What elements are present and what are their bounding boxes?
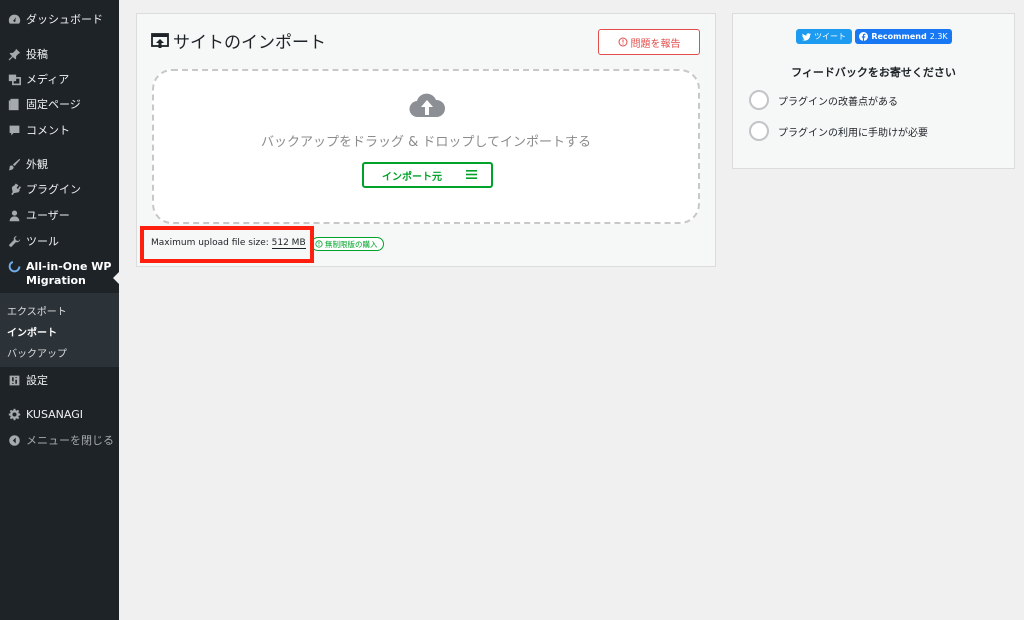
backup-dropzone[interactable]: バックアップをドラッグ & ドロップしてインポートする インポート元 [152, 69, 700, 224]
upgrade-badge-label: 無制限版の購入 [325, 239, 378, 249]
sidebar-item-all-in-one-wp-migration[interactable]: All-in-One WP Migration [0, 255, 119, 293]
dashboard-icon [4, 13, 24, 26]
sidebar-collapse-menu[interactable]: メニューを閉じる [0, 428, 119, 452]
facebook-recommend-button[interactable]: Recommend 2.3K [855, 29, 952, 44]
page-title-text: サイトのインポート [173, 33, 326, 53]
brush-icon [4, 158, 24, 171]
sidebar-item-label: 固定ページ [26, 98, 81, 111]
collapse-icon [4, 434, 24, 447]
admin-sidebar: ダッシュボード 投稿 メディア 固定ページ コメント 外観 プラグイン ユーザー… [0, 0, 120, 620]
facebook-recommend-label: Recommend [871, 32, 927, 41]
sidebar-item-comments[interactable]: コメント [0, 118, 119, 142]
sidebar-item-label: All-in-One WP Migration [26, 260, 111, 288]
hamburger-menu-icon [466, 169, 477, 183]
info-circle-icon [315, 240, 323, 248]
plugin-icon [4, 182, 24, 196]
sidebar-item-label: 設定 [26, 374, 48, 387]
page-icon [4, 98, 24, 111]
feedback-panel: ツイート Recommend 2.3K フィードバックをお寄せください プラグイン… [732, 13, 1015, 169]
page-title: サイトのインポート [151, 28, 326, 53]
active-label-line2: Migration [26, 274, 86, 287]
annotation-highlight-box [140, 226, 314, 263]
import-from-label: インポート元 [382, 171, 442, 183]
sidebar-item-plugins[interactable]: プラグイン [0, 177, 119, 201]
sidebar-item-posts[interactable]: 投稿 [0, 42, 119, 66]
twitter-bird-icon [802, 32, 811, 41]
radio-button[interactable] [749, 121, 769, 141]
sidebar-item-appearance[interactable]: 外観 [0, 152, 119, 176]
facebook-icon [859, 32, 869, 41]
tweet-label: ツイート [814, 32, 846, 41]
report-problem-button[interactable]: 問題を報告 [598, 29, 700, 55]
sidebar-item-media[interactable]: メディア [0, 67, 119, 91]
wrench-icon [4, 235, 24, 248]
active-label-line1: All-in-One WP [26, 260, 112, 273]
sidebar-item-label: ダッシュボード [26, 13, 103, 26]
import-upload-icon [151, 32, 169, 49]
feedback-option-label: プラグインの利用に手助けが必要 [778, 127, 928, 139]
facebook-recommend-count: 2.3K [929, 32, 948, 41]
sidebar-item-kusanagi[interactable]: KUSANAGI [0, 402, 119, 426]
sidebar-item-dashboard[interactable]: ダッシュボード [0, 7, 119, 31]
report-problem-label: 問題を報告 [630, 38, 681, 50]
sidebar-item-tools[interactable]: ツール [0, 229, 119, 253]
sidebar-item-pages[interactable]: 固定ページ [0, 92, 119, 116]
sidebar-item-label: KUSANAGI [26, 407, 84, 421]
submenu-item-export[interactable]: エクスポート [7, 303, 67, 318]
sidebar-item-users[interactable]: ユーザー [0, 203, 119, 227]
upgrade-unlimited-badge[interactable]: 無制限版の購入 [311, 237, 384, 251]
comment-icon [4, 124, 24, 137]
gear-icon [4, 408, 24, 421]
sidebar-item-label: ツール [26, 235, 59, 248]
dropzone-text: バックアップをドラッグ & ドロップしてインポートする [260, 135, 591, 150]
sidebar-item-settings[interactable]: 設定 [0, 368, 119, 392]
radio-button[interactable] [749, 90, 769, 110]
sidebar-item-label: コメント [26, 124, 70, 137]
sidebar-submenu: エクスポート インポート バックアップ [0, 293, 119, 367]
migration-icon [4, 260, 24, 273]
user-icon [4, 209, 24, 222]
submenu-item-backup[interactable]: バックアップ [7, 345, 67, 360]
info-circle-icon [618, 37, 628, 47]
settings-icon [4, 374, 24, 387]
sidebar-item-label: ユーザー [26, 209, 70, 222]
cloud-upload-icon [408, 91, 446, 125]
active-menu-arrow [113, 271, 120, 285]
submenu-item-import[interactable]: インポート [7, 324, 57, 339]
media-icon [4, 73, 24, 86]
feedback-title: フィードバックをお寄せください [791, 66, 956, 79]
sidebar-item-label: 外観 [26, 158, 48, 171]
sidebar-item-label: メディア [26, 73, 70, 86]
import-from-button[interactable]: インポート元 [362, 162, 493, 188]
feedback-option-improvement[interactable]: プラグインの改善点がある [749, 90, 898, 110]
sidebar-item-label: メニューを閉じる [26, 434, 114, 447]
feedback-option-help[interactable]: プラグインの利用に手助けが必要 [749, 121, 928, 141]
sidebar-item-label: 投稿 [26, 48, 48, 61]
pin-icon [4, 48, 24, 61]
sidebar-item-label: プラグイン [26, 183, 81, 196]
tweet-button[interactable]: ツイート [796, 29, 852, 44]
feedback-option-label: プラグインの改善点がある [778, 96, 898, 108]
